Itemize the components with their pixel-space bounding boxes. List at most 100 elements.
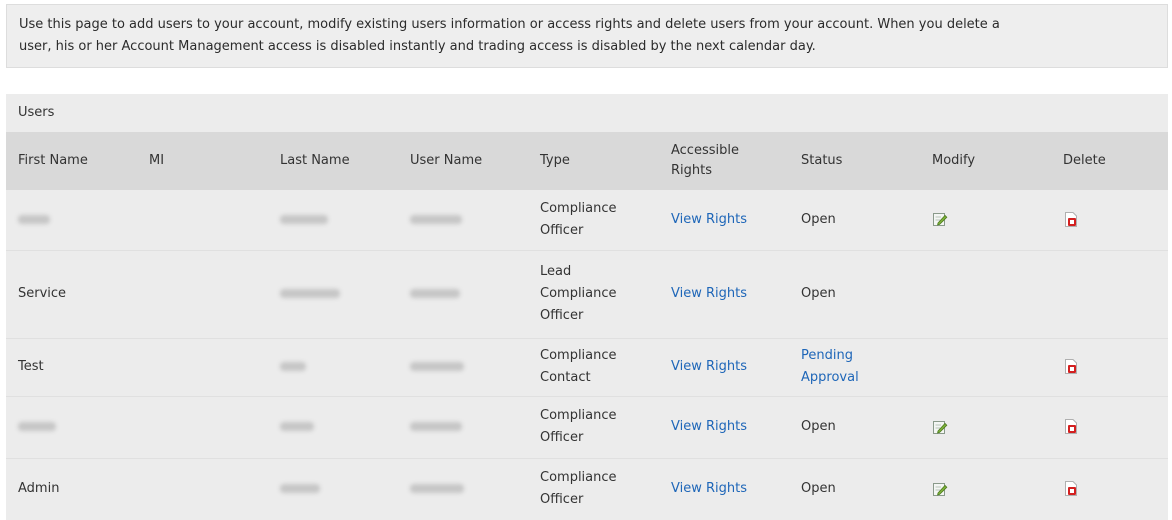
type-line: Compliance	[540, 470, 617, 486]
cell-mi	[137, 249, 268, 338]
status-text: Open	[801, 481, 836, 497]
cell-delete	[1051, 190, 1168, 250]
cell-status: Open	[789, 395, 920, 458]
view-rights-link[interactable]: View Rights	[671, 212, 747, 227]
col-first-name: First Name	[18, 153, 88, 168]
col-type: Type	[540, 153, 570, 168]
cell-type: Compliance Officer	[528, 395, 659, 458]
col-mi: MI	[149, 153, 165, 168]
delete-icon[interactable]	[1063, 480, 1079, 497]
table-row: Service Lead Compliance Officer View Rig…	[6, 249, 1168, 338]
col-accessible-rights: Accessible Rights	[659, 132, 789, 190]
pending-approval-link[interactable]: Pending Approval	[801, 345, 920, 389]
table-row: Compliance Officer View Rights Open	[6, 190, 1168, 250]
col-status: Status	[801, 153, 843, 168]
cell-user-name	[398, 337, 528, 396]
redacted-user-name	[410, 484, 464, 494]
cell-type: Compliance Officer	[528, 190, 659, 250]
cell-last-name	[268, 395, 398, 458]
type-line: Officer	[540, 308, 584, 323]
col-modify: Modify	[932, 153, 976, 168]
status-text: Open	[801, 419, 836, 434]
redacted-first-name	[18, 422, 56, 431]
cell-user-name	[398, 190, 528, 250]
cell-status: Open	[789, 249, 920, 338]
status-text: Open	[801, 211, 836, 227]
view-rights-link[interactable]: View Rights	[671, 419, 747, 434]
redacted-first-name	[18, 214, 50, 224]
cell-rights: View Rights	[659, 190, 789, 250]
redacted-user-name	[410, 422, 462, 431]
redacted-last-name	[280, 362, 306, 371]
cell-mi	[137, 457, 268, 520]
cell-delete	[1051, 395, 1168, 458]
type-line: Officer	[540, 492, 584, 508]
col-user-name: User Name	[410, 153, 483, 168]
type-line: Compliance	[540, 286, 617, 301]
table-row: Compliance Officer View Rights Open	[6, 395, 1168, 458]
cell-first-name	[6, 190, 137, 250]
status-line: Pending	[801, 348, 853, 363]
view-rights-link[interactable]: View Rights	[671, 359, 747, 374]
cell-type: Compliance Contact	[528, 337, 659, 396]
cell-user-name	[398, 395, 528, 458]
cell-first-name	[6, 395, 137, 458]
redacted-user-name	[410, 214, 462, 224]
info-notice: Use this page to add users to your accou…	[6, 4, 1168, 68]
pencil-icon[interactable]	[932, 211, 948, 227]
redacted-last-name	[280, 214, 328, 224]
cell-rights: View Rights	[659, 457, 789, 520]
type-line: Compliance	[540, 348, 617, 363]
cell-type: Lead Compliance Officer	[528, 249, 659, 338]
cell-mi	[137, 337, 268, 396]
cell-modify	[920, 249, 1051, 338]
delete-icon[interactable]	[1063, 418, 1079, 435]
users-panel: Users First Name MI Last Name User Name …	[6, 94, 1168, 520]
table-row: Test Compliance Contact View Rights Pend…	[6, 337, 1168, 396]
cell-delete	[1051, 249, 1168, 338]
cell-rights: View Rights	[659, 337, 789, 396]
pencil-icon[interactable]	[932, 419, 948, 435]
cell-last-name	[268, 249, 398, 338]
cell-last-name	[268, 457, 398, 520]
col-last-name: Last Name	[280, 153, 350, 168]
pencil-icon[interactable]	[932, 481, 948, 497]
cell-delete	[1051, 457, 1168, 520]
col-accessible-rights-line-2: Rights	[671, 163, 713, 178]
redacted-last-name	[280, 289, 340, 298]
type-line: Compliance	[540, 200, 617, 216]
cell-first-name: Service	[6, 249, 137, 338]
cell-status: Open	[789, 457, 920, 520]
type-line: Compliance	[540, 408, 617, 423]
redacted-user-name	[410, 289, 460, 298]
cell-modify	[920, 337, 1051, 396]
cell-modify	[920, 190, 1051, 250]
col-delete: Delete	[1063, 153, 1106, 168]
notice-line-1: Use this page to add users to your accou…	[19, 17, 1000, 32]
cell-delete	[1051, 337, 1168, 396]
cell-user-name	[398, 249, 528, 338]
cell-first-name: Test	[6, 337, 137, 396]
cell-status: Open	[789, 190, 920, 250]
cell-mi	[137, 395, 268, 458]
cell-rights: View Rights	[659, 395, 789, 458]
view-rights-link[interactable]: View Rights	[671, 286, 747, 301]
table-header-row: First Name MI Last Name User Name Type A…	[6, 132, 1168, 190]
redacted-last-name	[280, 422, 314, 431]
notice-line-2: user, his or her Account Management acce…	[19, 39, 816, 54]
status-text: Open	[801, 286, 836, 301]
cell-mi	[137, 190, 268, 250]
type-line: Officer	[540, 222, 584, 238]
delete-icon[interactable]	[1063, 211, 1079, 228]
cell-last-name	[268, 337, 398, 396]
type-line: Lead	[540, 264, 572, 279]
status-line: Approval	[801, 370, 859, 385]
delete-icon[interactable]	[1063, 358, 1079, 375]
users-panel-title: Users	[6, 94, 1168, 132]
redacted-last-name	[280, 484, 320, 494]
view-rights-link[interactable]: View Rights	[671, 481, 747, 496]
redacted-user-name	[410, 362, 464, 371]
type-line: Officer	[540, 430, 584, 445]
col-accessible-rights-line-1: Accessible	[671, 143, 739, 158]
users-table: First Name MI Last Name User Name Type A…	[6, 132, 1168, 520]
